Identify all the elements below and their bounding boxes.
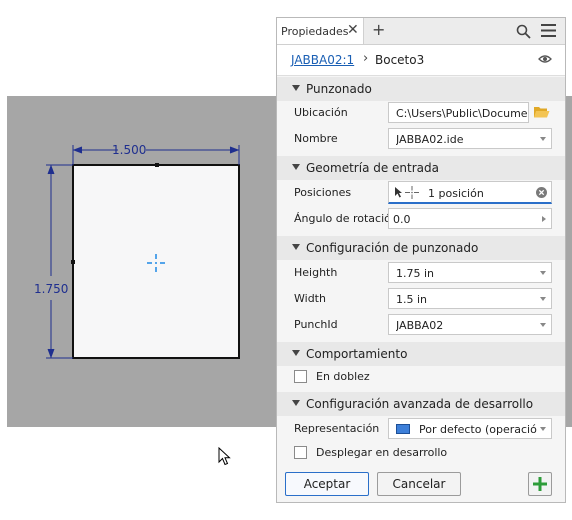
close-icon[interactable]: ✕ xyxy=(347,22,359,38)
section-title: Punzonado xyxy=(306,82,372,96)
panel-title: Propiedades xyxy=(281,25,349,38)
posiciones-label: Posiciones xyxy=(294,186,352,199)
nombre-select[interactable]: JABBA02.ide xyxy=(388,128,552,149)
properties-tab[interactable]: Propiedades ✕ xyxy=(277,18,364,44)
width-select[interactable]: 1.5 in xyxy=(388,288,552,309)
folder-icon[interactable] xyxy=(533,105,550,119)
angulo-value: 0.0 xyxy=(393,213,411,226)
punchid-label: PunchId xyxy=(294,318,338,331)
chevron-down-icon xyxy=(540,271,546,275)
nombre-label: Nombre xyxy=(294,132,338,145)
collapse-arrow-icon xyxy=(292,244,300,250)
chevron-down-icon xyxy=(540,427,546,431)
section-configuracion-punzonado[interactable]: Configuración de punzonado xyxy=(277,236,565,260)
nombre-value: JABBA02.ide xyxy=(396,133,464,146)
section-title: Comportamiento xyxy=(306,347,408,361)
section-title: Configuración de punzonado xyxy=(306,241,479,255)
chevron-down-icon xyxy=(540,323,546,327)
height-dimension xyxy=(46,164,73,359)
eye-icon[interactable] xyxy=(538,54,552,64)
section-configuracion-avanzada[interactable]: Configuración avanzada de desarrollo xyxy=(277,392,565,416)
ubicacion-label: Ubicación xyxy=(294,106,348,119)
width-dimension xyxy=(72,145,240,165)
collapse-arrow-icon xyxy=(292,400,300,406)
breadcrumb: JABBA02:1 › Boceto3 xyxy=(277,45,565,76)
representacion-value: Por defecto (operació... xyxy=(419,423,537,436)
mouse-cursor-icon xyxy=(218,447,231,466)
sketch-midpoint-left xyxy=(71,260,75,264)
punchid-select[interactable]: JABBA02 xyxy=(388,314,552,335)
add-icon xyxy=(533,477,547,491)
angulo-field[interactable]: 0.0 xyxy=(388,208,552,229)
width-dimension-text[interactable]: 1.500 xyxy=(112,143,146,157)
clear-icon[interactable] xyxy=(536,187,547,198)
posiciones-value: 1 posición xyxy=(428,187,484,200)
height-dimension-text[interactable]: 1.750 xyxy=(34,282,68,296)
en-doblez-label: En doblez xyxy=(316,370,370,383)
punchid-value: JABBA02 xyxy=(396,319,444,332)
section-title: Configuración avanzada de desarrollo xyxy=(306,397,534,411)
chevron-right-icon[interactable] xyxy=(542,216,546,222)
section-comportamiento[interactable]: Comportamiento xyxy=(277,342,565,366)
plus-icon[interactable]: + xyxy=(372,20,385,39)
chevron-down-icon xyxy=(540,297,546,301)
collapse-arrow-icon xyxy=(292,164,300,170)
desplegar-label: Desplegar en desarrollo xyxy=(316,446,448,459)
point-icon xyxy=(405,186,419,199)
heighth-select[interactable]: 1.75 in xyxy=(388,262,552,283)
breadcrumb-separator: › xyxy=(363,51,369,66)
width-value: 1.5 in xyxy=(396,293,428,306)
section-punzonado[interactable]: Punzonado xyxy=(277,77,565,101)
breadcrumb-link-part[interactable]: JABBA02:1 xyxy=(291,53,354,67)
en-doblez-checkbox[interactable] xyxy=(294,370,307,383)
ubicacion-value: C:\Users\Public\Documents\ xyxy=(396,107,528,120)
width-label: Width xyxy=(294,292,326,305)
desplegar-checkbox[interactable] xyxy=(294,446,307,459)
accept-button[interactable]: Aceptar xyxy=(285,472,369,496)
sketch-midpoint-top xyxy=(155,163,159,167)
panel-titlebar: Propiedades ✕ + xyxy=(277,18,565,45)
chevron-down-icon xyxy=(540,137,546,141)
representacion-label: Representación xyxy=(294,422,380,435)
section-geometria[interactable]: Geometría de entrada xyxy=(277,156,565,180)
heighth-value: 1.75 in xyxy=(396,267,435,280)
sketch-area: 1.500 1.750 xyxy=(34,143,240,359)
select-arrow-icon xyxy=(395,187,402,198)
representacion-select[interactable]: Por defecto (operació... xyxy=(388,418,552,439)
collapse-arrow-icon xyxy=(292,85,300,91)
breadcrumb-current-sketch: Boceto3 xyxy=(375,53,425,67)
section-title: Geometría de entrada xyxy=(306,161,440,175)
ubicacion-field[interactable]: C:\Users\Public\Documents\ xyxy=(388,102,529,123)
cancel-button[interactable]: Cancelar xyxy=(377,472,461,496)
heighth-label: Heighth xyxy=(294,266,338,279)
angulo-label: Ángulo de rotación xyxy=(294,212,398,225)
sketch-rectangle xyxy=(72,164,240,359)
search-icon[interactable] xyxy=(516,24,531,39)
menu-icon[interactable] xyxy=(541,24,556,37)
posiciones-selector[interactable]: 1 posición xyxy=(388,181,552,204)
representation-icon xyxy=(396,424,410,434)
collapse-arrow-icon xyxy=(292,350,300,356)
add-button[interactable] xyxy=(528,472,552,496)
properties-panel: Propiedades ✕ + JABBA02:1 › Boceto3 Punz… xyxy=(276,17,566,503)
